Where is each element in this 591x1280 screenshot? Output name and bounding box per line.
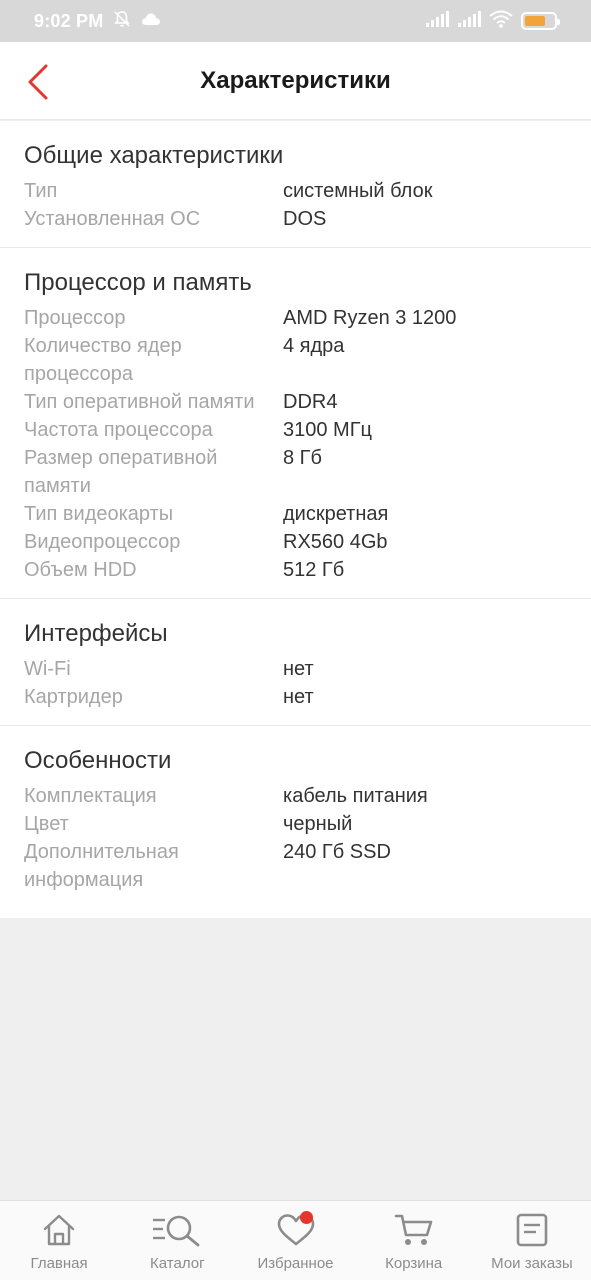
status-time: 9:02 PM	[34, 10, 104, 31]
nav-item-cart[interactable]: Корзина	[355, 1201, 473, 1280]
spec-row: Комплектация кабель питания	[24, 782, 567, 810]
spec-value: системный блок	[283, 180, 433, 202]
wifi-icon	[489, 10, 513, 33]
status-bar: 9:02 PM	[0, 0, 591, 42]
section-title: Общие характеристики	[24, 142, 284, 169]
spec-value: нет	[283, 658, 314, 680]
spec-value: 8 Гб	[283, 447, 322, 469]
spec-label: Размер оперативной памяти	[24, 447, 218, 497]
nav-item-home[interactable]: Главная	[0, 1201, 118, 1280]
spec-value: кабель питания	[283, 785, 428, 807]
spec-row: Цвет черный	[24, 810, 567, 838]
back-button[interactable]	[18, 62, 58, 102]
muted-bell-icon	[113, 10, 131, 33]
chevron-left-icon	[28, 64, 48, 100]
spec-label: Тип	[24, 180, 58, 202]
spec-row: Процессор AMD Ryzen 3 1200	[24, 304, 567, 332]
spec-row: Картридер нет	[24, 683, 567, 711]
spec-row: Установленная ОС DOS	[24, 205, 567, 233]
cloud-icon	[141, 12, 161, 31]
spec-value: DDR4	[283, 391, 338, 413]
section-general: Общие характеристики Тип системный блок …	[0, 121, 591, 248]
spec-value: 240 Гб SSD	[283, 841, 391, 863]
nav-label: Избранное	[257, 1255, 334, 1272]
nav-label: Главная	[30, 1255, 88, 1272]
page-title: Характеристики	[200, 66, 391, 94]
section-title: Процессор и память	[24, 269, 252, 296]
nav-label: Корзина	[385, 1255, 443, 1272]
status-bar-right	[425, 10, 560, 33]
spec-value: 3100 МГц	[283, 419, 372, 441]
signal-icon-2	[457, 10, 481, 32]
spec-value: RX560 4Gb	[283, 531, 388, 553]
spec-row: Объем HDD 512 Гб	[24, 556, 567, 584]
spec-row: Количество ядер процессора 4 ядра	[24, 332, 567, 388]
cart-icon	[394, 1214, 433, 1245]
battery-icon	[521, 12, 560, 30]
spec-label: Цвет	[24, 813, 69, 835]
nav-item-orders[interactable]: Мои заказы	[473, 1201, 591, 1280]
app-header: Характеристики	[0, 42, 591, 120]
screen: 9:02 PM Характеристики Общие характерист…	[0, 0, 591, 1280]
catalog-search-icon	[153, 1215, 200, 1247]
section-features: Особенности Комплектация кабель питания …	[0, 726, 591, 918]
spec-value: 512 Гб	[283, 559, 345, 581]
section-title: Интерфейсы	[24, 620, 168, 647]
orders-icon	[516, 1213, 548, 1247]
spec-row: Частота процессора 3100 МГц	[24, 416, 567, 444]
spec-row: Тип системный блок	[24, 177, 567, 205]
home-icon	[43, 1214, 75, 1246]
section-interfaces: Интерфейсы Wi-Fi нет Картридер нет	[0, 599, 591, 726]
spec-row: Wi-Fi нет	[24, 655, 567, 683]
spec-value: черный	[283, 813, 353, 835]
section-cpu-memory: Процессор и память Процессор AMD Ryzen 3…	[0, 248, 591, 599]
spec-label: Тип видеокарты	[24, 503, 174, 525]
spec-value: DOS	[283, 208, 327, 230]
spec-row: Дополнительная информация 240 Гб SSD	[24, 838, 567, 894]
spec-label: Объем HDD	[24, 559, 137, 581]
spec-label: Установленная ОС	[24, 208, 201, 230]
spec-row: Тип видеокарты дискретная	[24, 500, 567, 528]
spec-label: Процессор	[24, 307, 126, 329]
status-bar-left: 9:02 PM	[34, 10, 161, 33]
spec-label: Количество ядер процессора	[24, 335, 182, 385]
spec-value: дискретная	[283, 503, 389, 525]
spec-label: Дополнительная информация	[24, 841, 179, 891]
spec-label: Комплектация	[24, 785, 157, 807]
signal-icon	[425, 10, 449, 32]
spec-label: Видеопроцессор	[24, 531, 181, 553]
specs-content: Общие характеристики Тип системный блок …	[0, 121, 591, 918]
spec-value: AMD Ryzen 3 1200	[283, 307, 457, 329]
spec-row: Размер оперативной памяти 8 Гб	[24, 444, 567, 500]
nav-label: Каталог	[150, 1255, 205, 1272]
nav-item-favorites[interactable]: Избранное	[236, 1201, 354, 1280]
spec-row: Видеопроцессор RX560 4Gb	[24, 528, 567, 556]
spec-label: Картридер	[24, 686, 123, 708]
spec-label: Частота процессора	[24, 419, 213, 441]
bottom-navigation: Главная Каталог Избранное Корзина Мои за…	[0, 1200, 591, 1280]
nav-item-catalog[interactable]: Каталог	[118, 1201, 236, 1280]
spec-label: Тип оперативной памяти	[24, 391, 255, 413]
spec-value: 4 ядра	[283, 335, 345, 357]
spec-value: нет	[283, 686, 314, 708]
section-title: Особенности	[24, 747, 172, 774]
spec-row: Тип оперативной памяти DDR4	[24, 388, 567, 416]
nav-label: Мои заказы	[491, 1255, 573, 1272]
spec-label: Wi-Fi	[24, 658, 71, 680]
battery-level	[525, 16, 545, 26]
